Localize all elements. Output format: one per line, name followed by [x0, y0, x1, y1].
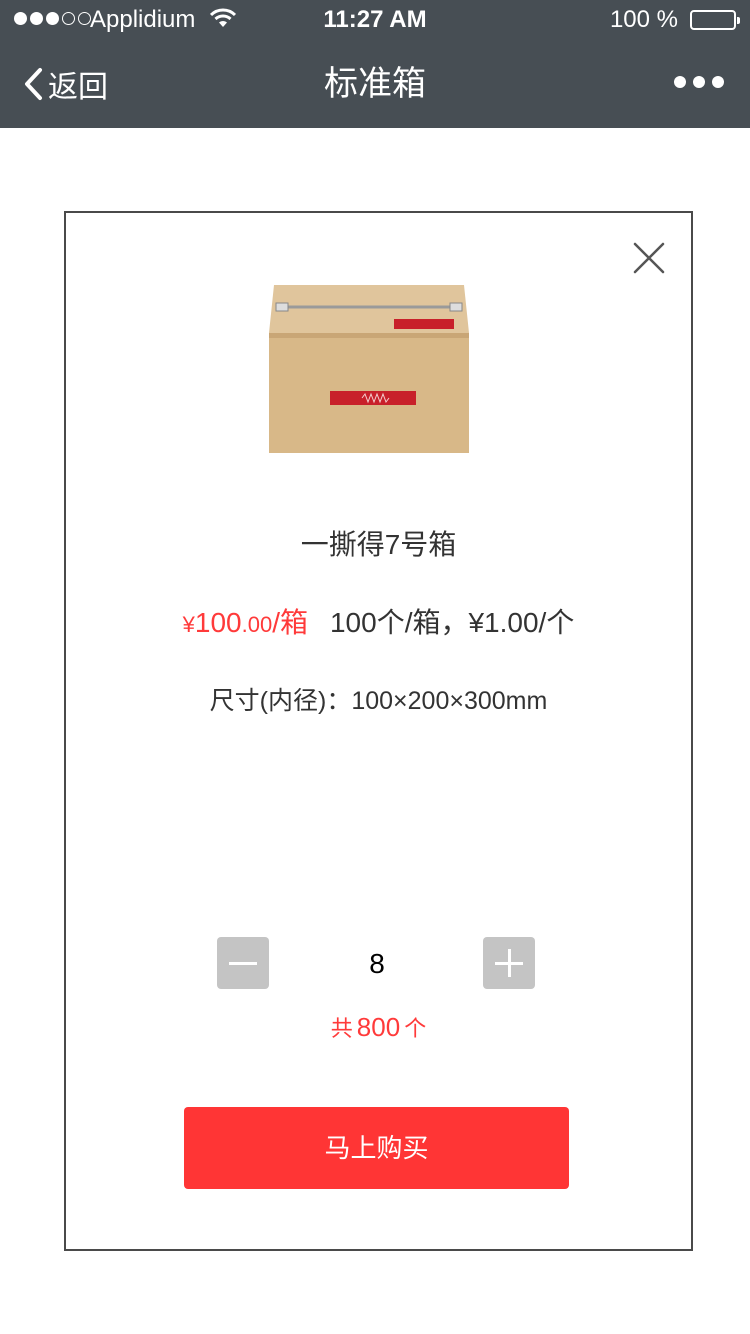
product-card: 一撕得7号箱 ¥100.00/箱 100个/箱，¥1.00/个 尺寸(内径)：10…: [64, 211, 693, 1251]
buy-now-button[interactable]: 马上购买: [184, 1107, 569, 1189]
decrease-button[interactable]: [217, 937, 269, 989]
status-bar: Applidium 11:27 AM 100 %: [0, 0, 750, 40]
minus-icon: [229, 962, 257, 965]
price: ¥100.00/箱: [182, 607, 308, 638]
chevron-left-icon: [25, 68, 42, 100]
product-name: 一撕得7号箱: [300, 529, 457, 560]
price-row: ¥100.00/箱 100个/箱，¥1.00/个: [66, 601, 691, 641]
product-size: 尺寸(内径)：100×200×300mm: [209, 687, 548, 715]
back-button[interactable]: 返回: [22, 62, 108, 106]
battery-icon: [690, 10, 740, 30]
top-bar: Applidium 11:27 AM 100 % 返回 标准箱: [0, 0, 750, 128]
battery-percent: 100 %: [609, 6, 678, 33]
page-title: 标准箱: [324, 65, 426, 103]
cardboard-box-image: [269, 285, 469, 453]
total-count: 共 800 个: [330, 1012, 427, 1042]
increase-button[interactable]: [483, 937, 535, 989]
quantity-input[interactable]: [305, 937, 449, 991]
quantity-stepper: [217, 937, 537, 991]
unit-info: 100个/箱，¥1.00/个: [329, 607, 575, 638]
back-label: 返回: [48, 71, 108, 104]
close-icon[interactable]: [632, 241, 666, 275]
more-dots-icon[interactable]: [674, 76, 724, 88]
